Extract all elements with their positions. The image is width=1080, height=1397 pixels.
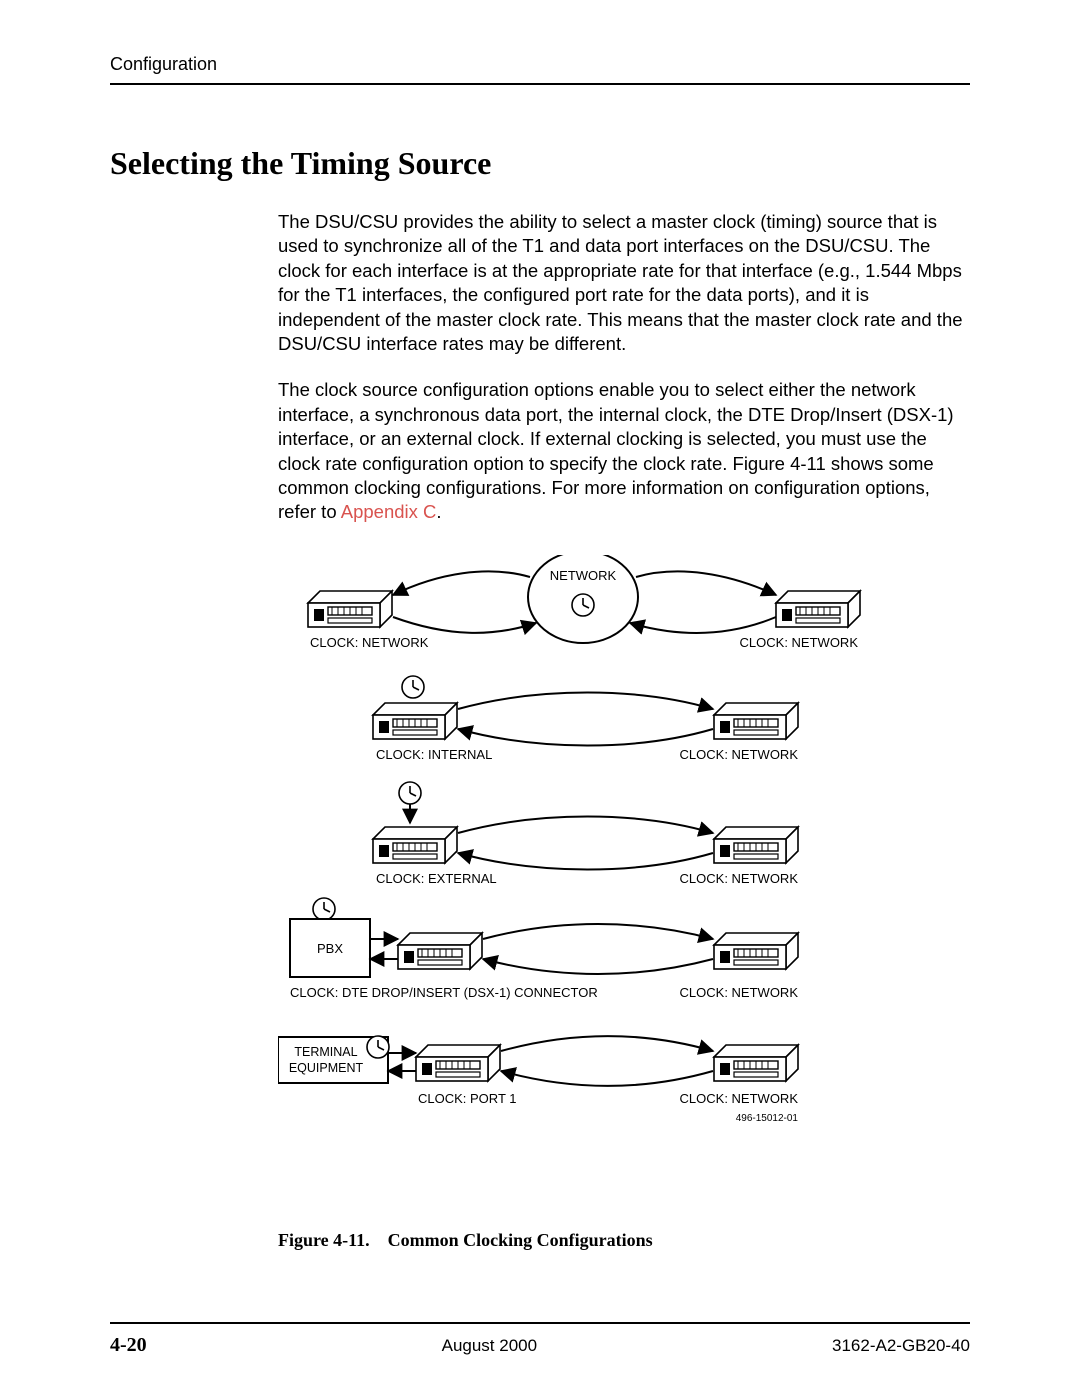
row5-left-label: CLOCK: PORT 1	[418, 1091, 517, 1106]
row5-right-label: CLOCK: NETWORK	[680, 1091, 799, 1106]
row-1: NETWORK CLOCK: NETWORK CLOCK: NETWORK	[308, 555, 860, 650]
row1-left-label: CLOCK: NETWORK	[310, 635, 429, 650]
row-2: CLOCK: INTERNAL CLOCK: NETWORK	[373, 676, 798, 762]
pbx-label: PBX	[317, 941, 343, 956]
row2-right-label: CLOCK: NETWORK	[680, 747, 799, 762]
figure-caption: Figure 4-11. Common Clocking Configurati…	[278, 1230, 970, 1251]
terminal-label-1: TERMINAL	[294, 1045, 357, 1059]
drawing-id: 496-15012-01	[736, 1113, 799, 1124]
footer-doc-id: 3162-A2-GB20-40	[832, 1336, 970, 1356]
row-4: PBX CLOCK: DTE DROP/INSERT (DSX-1) CONNE…	[290, 898, 798, 1000]
row3-right-label: CLOCK: NETWORK	[680, 871, 799, 886]
footer-date: August 2000	[442, 1336, 537, 1356]
body-text-block: The DSU/CSU provides the ability to sele…	[278, 210, 970, 525]
footer-page-number: 4-20	[110, 1334, 147, 1357]
page-footer: 4-20 August 2000 3162-A2-GB20-40	[110, 1322, 970, 1357]
paragraph-2: The clock source configuration options e…	[278, 378, 970, 524]
appendix-link[interactable]: Appendix C	[341, 501, 437, 522]
row4-left-label: CLOCK: DTE DROP/INSERT (DSX-1) CONNECTOR	[290, 985, 598, 1000]
header-section: Configuration	[110, 54, 217, 75]
figure-diagram: NETWORK CLOCK: NETWORK CLOCK: NETWORK CL…	[278, 555, 970, 1200]
network-label: NETWORK	[550, 568, 617, 583]
row-3: CLOCK: EXTERNAL CLOCK: NETWORK	[373, 782, 798, 886]
row4-right-label: CLOCK: NETWORK	[680, 985, 799, 1000]
page-header: Configuration	[110, 54, 970, 85]
row1-right-label: CLOCK: NETWORK	[740, 635, 859, 650]
row3-left-label: CLOCK: EXTERNAL	[376, 871, 497, 886]
row-5: TERMINAL EQUIPMENT CLOCK: PORT 1 CLOCK: …	[278, 1036, 798, 1124]
paragraph-2-b: .	[436, 501, 441, 522]
row2-left-label: CLOCK: INTERNAL	[376, 747, 492, 762]
section-title: Selecting the Timing Source	[110, 145, 970, 182]
terminal-label-2: EQUIPMENT	[289, 1061, 364, 1075]
document-page: Configuration Selecting the Timing Sourc…	[0, 0, 1080, 1397]
paragraph-1: The DSU/CSU provides the ability to sele…	[278, 210, 970, 356]
